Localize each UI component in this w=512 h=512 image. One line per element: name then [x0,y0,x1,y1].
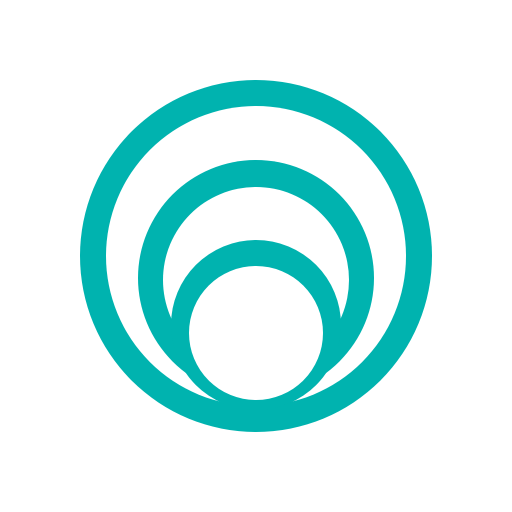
nested-circles-logo-icon [80,80,432,432]
logo-canvas [0,0,512,512]
inner-center [189,266,323,400]
